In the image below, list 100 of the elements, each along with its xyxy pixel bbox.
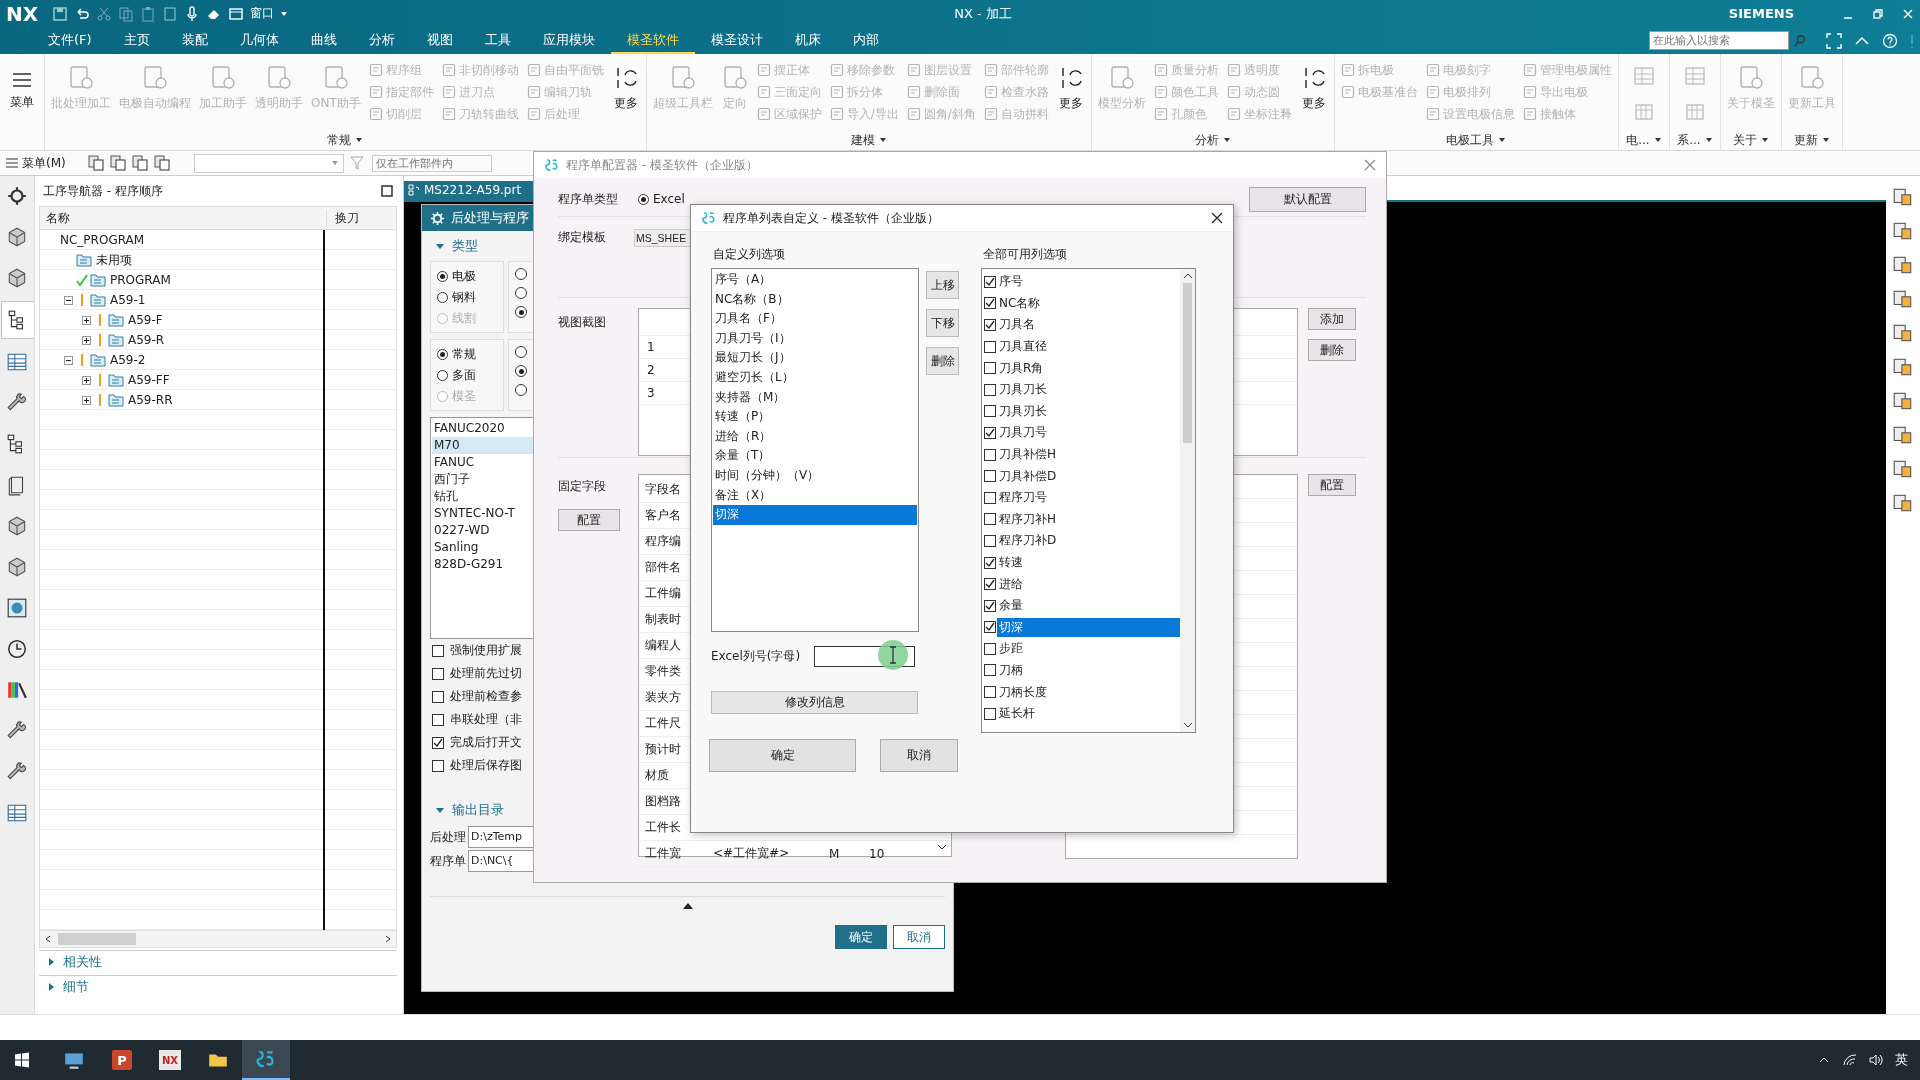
navigator-icon[interactable] bbox=[87, 155, 104, 171]
radio-button[interactable] bbox=[515, 287, 527, 299]
radio-button[interactable] bbox=[437, 291, 448, 303]
undo-icon[interactable] bbox=[74, 5, 91, 22]
expander-icon[interactable] bbox=[63, 295, 73, 305]
menu-tab[interactable]: 分析 bbox=[352, 27, 411, 54]
list-item[interactable]: 切深 bbox=[713, 505, 917, 525]
menu-tab[interactable]: 视图 bbox=[410, 27, 469, 54]
vertical-scrollbar[interactable] bbox=[1180, 269, 1195, 732]
help-icon[interactable] bbox=[1882, 32, 1898, 49]
input-method-indicator[interactable]: 英 bbox=[1895, 1051, 1908, 1069]
checkbox[interactable] bbox=[984, 319, 996, 331]
horizontal-scrollbar[interactable] bbox=[40, 930, 396, 947]
checkbox[interactable] bbox=[984, 275, 996, 288]
restore-icon[interactable] bbox=[1872, 7, 1884, 20]
checkbox[interactable] bbox=[432, 713, 444, 726]
radio-button[interactable] bbox=[515, 306, 527, 318]
radio-button[interactable] bbox=[515, 268, 527, 280]
expand-triangle-icon[interactable] bbox=[47, 958, 55, 966]
checkbox[interactable] bbox=[432, 667, 444, 680]
config-button[interactable]: 配置 bbox=[558, 509, 620, 531]
menu-tab[interactable]: 工具 bbox=[468, 27, 527, 54]
wifi-icon[interactable] bbox=[1843, 1054, 1857, 1066]
save-icon[interactable] bbox=[52, 5, 69, 22]
radio-button[interactable] bbox=[638, 193, 649, 205]
menu-tab[interactable]: 曲线 bbox=[294, 27, 353, 54]
dialog-button[interactable]: 确定 bbox=[835, 925, 887, 949]
dialog-button[interactable]: 取消 bbox=[893, 925, 945, 949]
checkbox[interactable] bbox=[984, 707, 996, 720]
list-item[interactable]: 时间（分钟）（V） bbox=[713, 465, 917, 486]
section-header[interactable]: 细节 bbox=[63, 978, 89, 996]
dialog-button[interactable]: 删除 bbox=[926, 347, 959, 375]
expand-triangle-icon[interactable] bbox=[47, 983, 55, 991]
config-button[interactable]: 配置 bbox=[1308, 474, 1356, 496]
radio-button[interactable] bbox=[515, 384, 527, 396]
menu-tab[interactable]: 模圣设计 bbox=[694, 27, 779, 54]
list-item[interactable]: 刀具刀长 bbox=[997, 380, 1180, 400]
radio-button[interactable] bbox=[437, 369, 448, 381]
section-header[interactable]: 相关性 bbox=[63, 953, 102, 971]
list-item[interactable]: 进给（R） bbox=[713, 426, 917, 447]
checkbox[interactable] bbox=[984, 426, 996, 439]
list-item[interactable]: NC名称 bbox=[997, 293, 1180, 313]
checkbox[interactable] bbox=[984, 513, 996, 526]
list-item[interactable]: 刀具刃长 bbox=[997, 401, 1180, 421]
taskbar-app[interactable]: P bbox=[98, 1040, 146, 1080]
more-button[interactable]: 更多 bbox=[1296, 58, 1331, 114]
dialog-button[interactable]: 下移 bbox=[926, 309, 959, 337]
list-item[interactable]: 步距 bbox=[997, 639, 1180, 659]
collapse-triangle-icon[interactable] bbox=[682, 903, 693, 909]
checkbox[interactable] bbox=[984, 340, 996, 353]
menu-tab[interactable]: 装配 bbox=[165, 27, 224, 54]
filter-field[interactable]: 仅在工作部件内 bbox=[371, 154, 492, 172]
column-header[interactable]: 名称 bbox=[40, 209, 326, 227]
caret-icon[interactable] bbox=[1821, 136, 1830, 144]
list-item[interactable]: 余量（T） bbox=[713, 446, 917, 466]
column-header[interactable]: 换刀 bbox=[326, 209, 359, 227]
checkbox[interactable] bbox=[984, 470, 996, 483]
window-menu[interactable]: 窗口 bbox=[250, 5, 275, 22]
scroll-left-icon[interactable] bbox=[44, 935, 52, 943]
tree-item[interactable]: PROGRAM bbox=[108, 273, 171, 287]
close-icon[interactable] bbox=[1211, 212, 1223, 224]
resource-icon[interactable] bbox=[1892, 322, 1914, 344]
checkbox[interactable] bbox=[984, 448, 996, 461]
caret-icon[interactable] bbox=[1760, 136, 1769, 144]
fullscreen-icon[interactable] bbox=[1826, 32, 1842, 49]
expander-icon[interactable] bbox=[81, 335, 91, 345]
sidebar-tab[interactable] bbox=[0, 301, 34, 339]
menu-tab[interactable]: 主页 bbox=[107, 27, 166, 54]
dialog-button[interactable]: 添加 bbox=[1308, 308, 1356, 330]
list-item[interactable]: 夹持器（M） bbox=[713, 387, 917, 408]
resource-icon[interactable] bbox=[1892, 390, 1914, 412]
list-item[interactable]: 刀柄长度 bbox=[997, 682, 1180, 702]
resource-icon[interactable] bbox=[1892, 424, 1914, 446]
list-item[interactable]: 转速 bbox=[997, 553, 1180, 572]
checkbox[interactable] bbox=[984, 297, 996, 310]
list-item[interactable]: 避空刃长（L） bbox=[713, 367, 917, 388]
caret-icon[interactable] bbox=[1653, 136, 1662, 144]
section-header[interactable]: 类型 bbox=[452, 237, 478, 255]
expander-icon[interactable] bbox=[63, 355, 73, 365]
caret-icon[interactable] bbox=[1222, 136, 1231, 144]
ok-button[interactable]: 确定 bbox=[709, 739, 856, 772]
checkbox[interactable] bbox=[984, 491, 996, 504]
list-item[interactable]: 程序刀补D bbox=[997, 531, 1180, 551]
tree-item[interactable]: A59-FF bbox=[126, 373, 170, 387]
scroll-down-icon[interactable] bbox=[937, 844, 947, 850]
section-header[interactable]: 输出目录 bbox=[452, 801, 504, 819]
resource-icon[interactable] bbox=[1892, 220, 1914, 242]
resource-icon[interactable] bbox=[1892, 288, 1914, 310]
checkbox[interactable] bbox=[984, 362, 996, 375]
caret-icon[interactable] bbox=[355, 136, 364, 144]
tree-item[interactable]: A59-1 bbox=[108, 293, 146, 307]
list-item[interactable]: 切深 bbox=[997, 617, 1180, 637]
navigator-icon[interactable] bbox=[109, 155, 126, 171]
scroll-up-icon[interactable] bbox=[1182, 273, 1193, 279]
resource-icon[interactable] bbox=[1892, 458, 1914, 480]
more-button[interactable]: 更多 bbox=[608, 58, 643, 114]
expand-triangle-icon[interactable] bbox=[436, 806, 444, 814]
list-item[interactable]: 进给 bbox=[997, 574, 1180, 594]
expander-icon[interactable] bbox=[81, 395, 91, 405]
tree-item[interactable]: A59-2 bbox=[108, 353, 146, 367]
